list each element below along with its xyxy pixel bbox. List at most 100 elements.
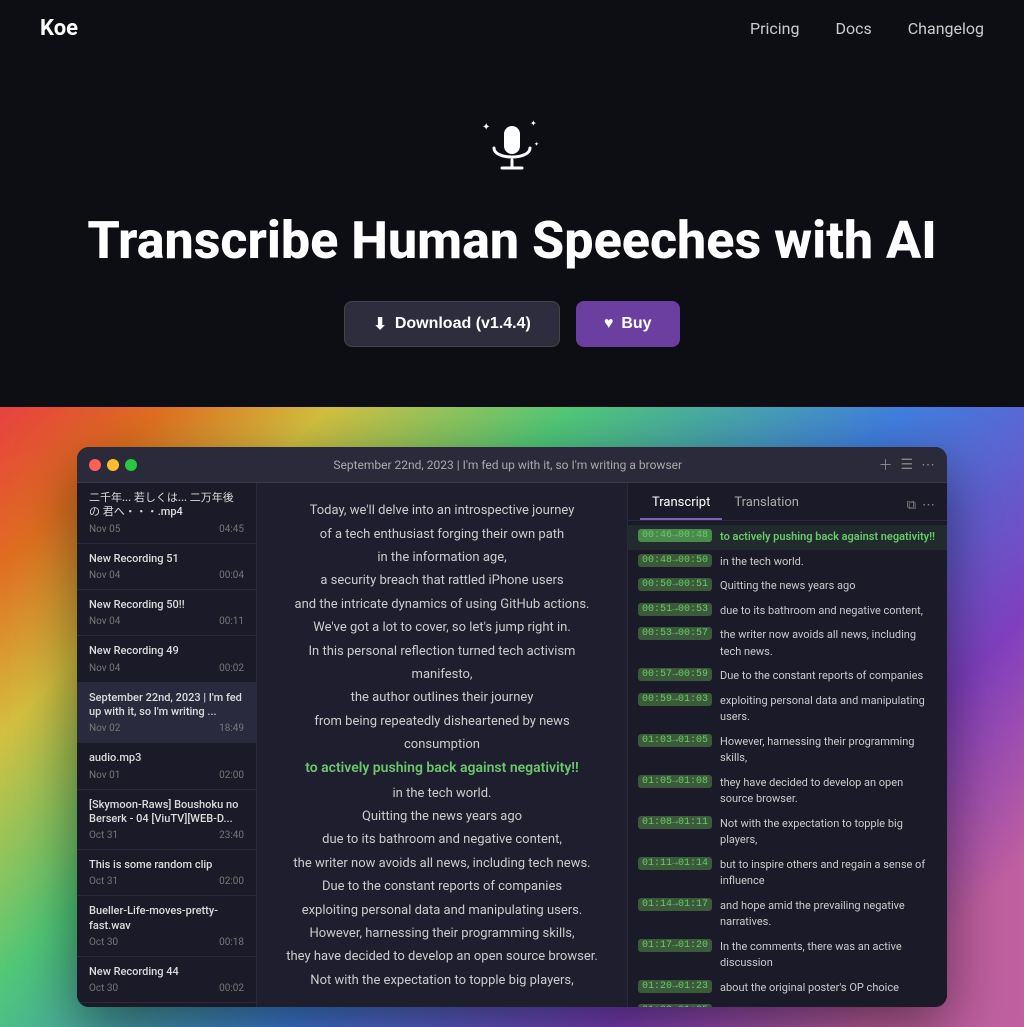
transcript-row[interactable]: 00:46→00:48 to actively pushing back aga…: [628, 525, 947, 550]
window-title: September 22nd, 2023 | I'm fed up with i…: [145, 458, 870, 472]
title-bar: September 22nd, 2023 | I'm fed up with i…: [77, 447, 947, 483]
transcript-line: Not with the expectation to topple big p…: [277, 969, 607, 992]
row-text: the writer now avoids all news, includin…: [720, 627, 937, 660]
sidebar-item[interactable]: audio.mp3 Nov 01 02:00: [77, 743, 256, 789]
transcript-row[interactable]: 01:17→01:20 In the comments, there was a…: [628, 935, 947, 976]
transcript-line: Today, we'll delve into an introspective…: [277, 499, 607, 522]
minimize-button[interactable]: [107, 459, 119, 471]
sidebar-item[interactable]: New Recording 50!! Nov 04 00:11: [77, 590, 256, 636]
svg-text:✦: ✦: [534, 141, 539, 148]
sidebar-item[interactable]: September 22nd, 2023 | I'm fed up with i…: [77, 683, 256, 744]
transcript-row[interactable]: 01:08→01:11 Not with the expectation to …: [628, 812, 947, 853]
menu-icon[interactable]: ☰: [900, 457, 913, 473]
row-text: but to inspire others and regain a sense…: [720, 857, 937, 890]
transcript-row[interactable]: 00:59→01:03 exploiting personal data and…: [628, 689, 947, 730]
transcript-row[interactable]: 01:03→01:05 However, harnessing their pr…: [628, 730, 947, 771]
close-button[interactable]: [89, 459, 101, 471]
transcript-line: Quitting the news years ago: [277, 805, 607, 828]
svg-text:✦: ✦: [530, 119, 537, 128]
row-text: about the original poster's OP choice: [720, 980, 937, 997]
time-badge: 00:46→00:48: [638, 529, 712, 542]
sidebar-item[interactable]: New Recording 51 Nov 04 00:04: [77, 544, 256, 590]
transcript-line: to actively pushing back against negativ…: [277, 756, 607, 781]
sidebar-item-title: New Recording 50!!: [89, 598, 244, 612]
row-text: and hope amid the prevailing negative na…: [720, 898, 937, 931]
time-badge: 00:51→00:53: [638, 603, 712, 616]
buy-label: Buy: [621, 315, 651, 333]
sidebar-item-title: Bueller-Life-moves-pretty-fast.wav: [89, 904, 244, 933]
add-icon[interactable]: ＋: [878, 455, 892, 475]
sidebar-item[interactable]: 二千年... 若しくは... 二万年後の 君へ・・・.mp4 Nov 05 04…: [77, 483, 256, 544]
sidebar-item[interactable]: [Skymoon-Raws] Boushoku no Berserk - 04 …: [77, 790, 256, 851]
sidebar-item-meta: Oct 30 00:02: [89, 983, 244, 994]
sidebar-duration: 18:49: [219, 723, 244, 734]
sidebar-item-title: 二千年... 若しくは... 二万年後の 君へ・・・.mp4: [89, 491, 244, 520]
download-button[interactable]: ⬇ Download (v1.4.4): [344, 301, 559, 347]
tab-transcript[interactable]: Transcript: [640, 491, 722, 520]
sidebar-duration: 00:04: [219, 570, 244, 581]
sidebar-item-meta: Nov 05 04:45: [89, 524, 244, 535]
more-options-icon[interactable]: ⋯: [922, 498, 935, 513]
time-badge: 01:05→01:08: [638, 775, 712, 788]
sidebar-item-title: audio.mp3: [89, 751, 244, 765]
sidebar-item-title: New Recording 49: [89, 644, 244, 658]
transcript-line: in the information age,: [277, 546, 607, 569]
sidebar-item[interactable]: New Recording 43 Oct 29 00:24: [77, 1003, 256, 1007]
tab-translation[interactable]: Translation: [722, 491, 811, 520]
nav-docs[interactable]: Docs: [836, 19, 872, 38]
row-text: to participate in a personal project: [720, 1004, 937, 1007]
sidebar-duration: 02:00: [219, 770, 244, 781]
transcript-row[interactable]: 00:57→00:59 Due to the constant reports …: [628, 664, 947, 689]
transcript-row[interactable]: 00:50→00:51 Quitting the news years ago: [628, 574, 947, 599]
sidebar-date: Nov 04: [89, 663, 120, 674]
time-badge: 00:48→00:50: [638, 554, 712, 567]
transcript-row[interactable]: 01:23→01:25 to participate in a personal…: [628, 1000, 947, 1007]
transcript-row[interactable]: 00:48→00:50 in the tech world.: [628, 550, 947, 575]
sidebar-duration: 00:02: [219, 983, 244, 994]
logo: Koe: [40, 16, 78, 41]
right-panel-tabs: Transcript Translation ⧉ ⋯: [628, 483, 947, 521]
transcript-line: a security breach that rattled iPhone us…: [277, 569, 607, 592]
row-text: In the comments, there was an active dis…: [720, 939, 937, 972]
time-badge: 01:17→01:20: [638, 939, 712, 952]
time-badge: 01:14→01:17: [638, 898, 712, 911]
sidebar-item-title: September 22nd, 2023 | I'm fed up with i…: [89, 691, 244, 720]
svg-text:✦: ✦: [482, 122, 490, 133]
sidebar-item[interactable]: This is some random clip Oct 31 02:00: [77, 850, 256, 896]
transcript-row[interactable]: 01:11→01:14 but to inspire others and re…: [628, 853, 947, 894]
transcript-row[interactable]: 01:14→01:17 and hope amid the prevailing…: [628, 894, 947, 935]
mic-icon: ✦ ✦ ✦: [480, 116, 544, 192]
sidebar-item[interactable]: New Recording 44 Oct 30 00:02: [77, 957, 256, 1003]
download-label: Download (v1.4.4): [395, 315, 531, 333]
buy-button[interactable]: ♥ Buy: [576, 301, 680, 347]
copy-icon[interactable]: ⧉: [907, 498, 916, 513]
transcript-line: the author outlines their journey: [277, 686, 607, 709]
more-icon[interactable]: ⋯: [921, 457, 935, 473]
transcript-row[interactable]: 00:53→00:57 the writer now avoids all ne…: [628, 623, 947, 664]
row-text: Due to the constant reports of companies: [720, 668, 937, 685]
right-panel: Transcript Translation ⧉ ⋯ 00:46→00:48 t…: [627, 483, 947, 1007]
transcript-line: In this personal reflection turned tech …: [277, 640, 607, 663]
row-text: exploiting personal data and manipulatin…: [720, 693, 937, 726]
transcript-list: 00:46→00:48 to actively pushing back aga…: [628, 521, 947, 1007]
maximize-button[interactable]: [125, 459, 137, 471]
transcript-row[interactable]: 01:05→01:08 they have decided to develop…: [628, 771, 947, 812]
transcript-line: due to its bathroom and negative content…: [277, 828, 607, 851]
sidebar-item-meta: Oct 31 02:00: [89, 876, 244, 887]
sidebar-item-meta: Oct 31 23:40: [89, 830, 244, 841]
transcript-line: and the intricate dynamics of using GitH…: [277, 593, 607, 616]
navbar: Koe Pricing Docs Changelog: [0, 0, 1024, 56]
time-badge: 01:08→01:11: [638, 816, 712, 829]
nav-changelog[interactable]: Changelog: [908, 19, 984, 38]
sidebar-item-title: This is some random clip: [89, 858, 244, 872]
row-text: to actively pushing back against negativ…: [720, 529, 937, 546]
sidebar-item[interactable]: New Recording 49 Nov 04 00:02: [77, 636, 256, 682]
transcript-row[interactable]: 01:20→01:23 about the original poster's …: [628, 976, 947, 1001]
transcript-panel: Today, we'll delve into an introspective…: [257, 483, 627, 1007]
heart-icon: ♥: [604, 315, 614, 333]
transcript-row[interactable]: 00:51→00:53 due to its bathroom and nega…: [628, 599, 947, 624]
sidebar-date: Oct 30: [89, 983, 118, 994]
nav-pricing[interactable]: Pricing: [750, 19, 800, 38]
transcript-text: Today, we'll delve into an introspective…: [277, 499, 607, 992]
sidebar-item[interactable]: Bueller-Life-moves-pretty-fast.wav Oct 3…: [77, 896, 256, 957]
